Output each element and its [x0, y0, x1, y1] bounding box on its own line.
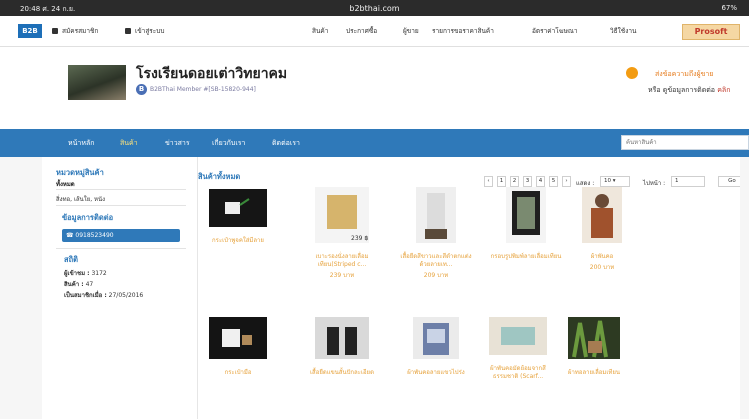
- goto-page-input[interactable]: 1: [671, 176, 705, 187]
- sidebar: หมวดหมู่สินค้า ทั้งหมด สิ่งทอ, เส้นใย, ห…: [42, 157, 198, 419]
- product-card[interactable]: 239 ฿ เบาะรองนั่งลายเลื่อมเทียน(Striped …: [302, 187, 382, 280]
- tab-home[interactable]: หน้าหลัก: [68, 138, 94, 149]
- pager-page-2[interactable]: 2: [510, 176, 519, 187]
- member-id: B2BThai Member #[SB-15820-944]: [150, 86, 256, 93]
- phone-button[interactable]: ☎ 0918523490: [62, 229, 180, 242]
- status-bar: 20:48 ศ. 24 ก.ย. b2bthai.com 67%: [0, 0, 749, 16]
- product-image[interactable]: [489, 317, 547, 355]
- divider: [56, 205, 186, 206]
- divider: [56, 189, 186, 190]
- price-tag: 239 ฿: [351, 235, 368, 242]
- product-image[interactable]: [209, 317, 267, 359]
- nav-price-requests[interactable]: รายการขอราคาสินค้า: [432, 26, 494, 36]
- product-price: 209 บาท: [423, 272, 449, 279]
- pager-page-3[interactable]: 3: [523, 176, 532, 187]
- product-card[interactable]: ผ้าทอลายเลื่อมเทียน: [554, 317, 634, 377]
- stat-visitors: ผู้เข้าชม : 3172: [64, 270, 107, 277]
- stats-title: สถิติ: [64, 255, 78, 264]
- shop-main-nav: หน้าหลัก สินค้า ข่าวสาร เกี่ยวกับเรา ติด…: [0, 129, 749, 157]
- product-card[interactable]: ผ้าพันคอ 200 บาท: [562, 187, 642, 272]
- product-title[interactable]: กรอบรูปพิมพ์ลายเลื่อมเทียน: [486, 253, 566, 261]
- product-price: 200 บาท: [589, 264, 615, 271]
- address-bar-url[interactable]: b2bthai.com: [0, 4, 749, 13]
- shop-header: โรงเรียนดอยเต่าวิทยาคม B B2BThai Member …: [0, 47, 749, 129]
- all-products-title: สินค้าทั้งหมด: [198, 172, 241, 181]
- contact-info-line: หรือ ดูข้อมูลการติดต่อ คลิก: [648, 86, 731, 94]
- product-title[interactable]: กระเป๋าพูจคใส่มีลาย: [198, 237, 278, 245]
- right-gutter: [740, 157, 749, 419]
- tab-about[interactable]: เกี่ยวกับเรา: [212, 138, 245, 149]
- category-item-textiles[interactable]: สิ่งทอ, เส้นใย, หนัง: [56, 194, 105, 204]
- pager-page-5[interactable]: 5: [549, 176, 558, 187]
- prosoft-banner[interactable]: Prosoft: [682, 24, 740, 40]
- phone-number: 0918523490: [75, 232, 114, 239]
- product-image[interactable]: [413, 317, 459, 359]
- send-message-link[interactable]: ส่งข้อความถึงผู้ขาย: [655, 69, 713, 80]
- shop-photo: [68, 65, 126, 100]
- chevron-down-icon: ▾: [612, 178, 616, 184]
- contact-title: ข้อมูลการติดต่อ: [62, 213, 114, 222]
- nav-sellers[interactable]: ผู้ขาย: [403, 26, 419, 36]
- battery-indicator: 67%: [721, 4, 737, 12]
- tab-contact[interactable]: ติดต่อเรา: [272, 138, 300, 149]
- product-list-panel: สินค้าทั้งหมด ‹ 1 2 3 4 5 › แสดง : 10 ▾ …: [198, 157, 749, 419]
- product-title[interactable]: ผ้าพันคอ: [562, 253, 642, 261]
- tab-news[interactable]: ข่าวสาร: [165, 138, 190, 149]
- pager-prev-button[interactable]: ‹: [484, 176, 493, 187]
- product-card[interactable]: ผ้าพันคอมัดย้อมจากสีธรรมชาติ (Scarf...: [478, 317, 558, 381]
- product-card[interactable]: เสื้อยืดสีขาวและสีดำตกแต่งด้วยลายเท... 2…: [396, 187, 476, 280]
- product-title[interactable]: ผ้าทอลายเลื่อมเทียน: [554, 369, 634, 377]
- contact-click-link[interactable]: คลิก: [717, 86, 730, 94]
- stat-products: สินค้า : 47: [64, 281, 94, 288]
- nav-products[interactable]: สินค้า: [312, 26, 328, 36]
- nav-ad-rates[interactable]: อัตราค่าโฆษณา: [532, 26, 578, 36]
- product-title[interactable]: ผ้าพันคอลายแขวไปร่ง: [396, 369, 476, 377]
- nav-how-to[interactable]: วิธีใช้งาน: [610, 26, 636, 36]
- product-card[interactable]: เสื้อยืดแขนสั้นปักละเอียด: [302, 317, 382, 377]
- product-price: 239 บาท: [329, 272, 355, 279]
- product-image[interactable]: [582, 187, 622, 243]
- register-link[interactable]: สมัครสมาชิก: [52, 26, 98, 36]
- show-count-select[interactable]: 10 ▾: [600, 176, 630, 187]
- site-top-nav: B2B สมัครสมาชิก เข้าสู่ระบบ สินค้า ประกา…: [0, 16, 749, 47]
- product-image[interactable]: [416, 187, 456, 243]
- lock-icon: [125, 28, 131, 34]
- pager-page-4[interactable]: 4: [536, 176, 545, 187]
- goto-page-label: ไปหน้า :: [643, 180, 666, 187]
- b2bthai-logo[interactable]: B2B: [18, 24, 42, 38]
- pager-next-button[interactable]: ›: [562, 176, 571, 187]
- product-card[interactable]: กรอบรูปพิมพ์ลายเลื่อมเทียน: [486, 187, 566, 261]
- product-card[interactable]: กระเป๋าพูจคใส่มีลาย: [198, 189, 278, 245]
- product-image[interactable]: [315, 317, 369, 359]
- nav-buy-requests[interactable]: ประกาศซื้อ: [346, 26, 377, 36]
- category-title: หมวดหมู่สินค้า: [56, 168, 104, 177]
- product-card[interactable]: กระเป๋ามือ: [198, 317, 278, 377]
- product-title[interactable]: เสื้อยืดสีขาวและสีดำตกแต่งด้วยลายเท...: [396, 253, 476, 269]
- category-all-link[interactable]: ทั้งหมด: [56, 179, 75, 189]
- product-image[interactable]: [568, 317, 620, 359]
- b2b-badge-icon: B: [136, 84, 147, 95]
- pager-page-1[interactable]: 1: [497, 176, 506, 187]
- envelope-icon[interactable]: [626, 67, 638, 79]
- product-card[interactable]: ผ้าพันคอลายแขวไปร่ง: [396, 317, 476, 377]
- product-title[interactable]: เบาะรองนั่งลายเลื่อมเทียน(Striped c...: [302, 253, 382, 269]
- product-image[interactable]: [506, 187, 546, 243]
- divider: [56, 248, 186, 249]
- product-image[interactable]: 239 ฿: [315, 187, 369, 243]
- user-icon: [52, 28, 58, 34]
- page-content: หมวดหมู่สินค้า ทั้งหมด สิ่งทอ, เส้นใย, ห…: [0, 157, 749, 419]
- login-link[interactable]: เข้าสู่ระบบ: [125, 26, 165, 36]
- product-title[interactable]: เสื้อยืดแขนสั้นปักละเอียด: [302, 369, 382, 377]
- product-image[interactable]: [209, 189, 267, 227]
- stat-member-since: เป็นสมาชิกเมื่อ : 27/05/2016: [64, 292, 144, 299]
- shop-name: โรงเรียนดอยเต่าวิทยาคม: [136, 66, 288, 82]
- phone-icon: ☎: [66, 232, 74, 239]
- product-title[interactable]: กระเป๋ามือ: [198, 369, 278, 377]
- tab-products[interactable]: สินค้า: [120, 138, 138, 149]
- product-search-input[interactable]: [621, 135, 749, 150]
- product-title[interactable]: ผ้าพันคอมัดย้อมจากสีธรรมชาติ (Scarf...: [478, 365, 558, 381]
